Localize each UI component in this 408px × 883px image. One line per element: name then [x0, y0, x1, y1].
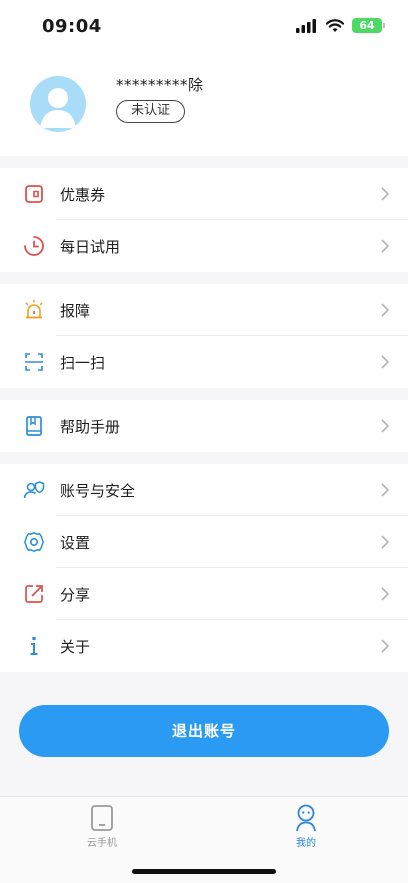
avatar[interactable]	[30, 76, 86, 132]
signal-icon	[296, 18, 316, 33]
wifi-icon	[326, 18, 344, 32]
status-icons: 64	[296, 18, 385, 33]
menu-group-3: 帮助手册	[0, 400, 408, 452]
menu-item-label: 扫一扫	[60, 353, 106, 372]
home-indicator	[132, 869, 276, 874]
share-icon	[25, 585, 43, 603]
menu-item-share[interactable]: 分享	[0, 568, 408, 620]
user-shield-icon	[23, 481, 45, 499]
default-avatar-icon	[40, 88, 76, 128]
clock-icon	[24, 236, 44, 256]
menu-item-daily-trial[interactable]: 每日试用	[0, 220, 408, 272]
chevron-right-icon	[381, 483, 390, 497]
menu-item-scan[interactable]: 扫一扫	[0, 336, 408, 388]
menu-item-about[interactable]: 关于	[0, 620, 408, 672]
book-icon	[26, 416, 42, 436]
menu-item-coupon[interactable]: 优惠券	[0, 168, 408, 220]
menu-group-4: 账号与安全 设置 分享 关于	[0, 464, 408, 672]
menu-item-label: 优惠券	[60, 185, 106, 204]
menu-item-label: 帮助手册	[60, 417, 121, 436]
menu-item-label: 设置	[60, 533, 91, 552]
alarm-icon	[25, 300, 43, 319]
gear-icon	[24, 532, 44, 552]
menu-item-help-manual[interactable]: 帮助手册	[0, 400, 408, 452]
menu-group-1: 优惠券 每日试用	[0, 168, 408, 272]
scan-icon	[25, 353, 43, 371]
tab-label: 我的	[296, 838, 316, 849]
chevron-right-icon	[381, 535, 390, 549]
chevron-right-icon	[381, 187, 390, 201]
menu-group-2: 报障 扫一扫	[0, 284, 408, 388]
chevron-right-icon	[381, 639, 390, 653]
phone-icon	[91, 805, 113, 831]
tab-label: 云手机	[87, 838, 117, 849]
verify-status-badge[interactable]: 未认证	[116, 100, 186, 123]
user-icon	[296, 804, 316, 832]
chevron-right-icon	[381, 303, 390, 317]
menu-item-label: 账号与安全	[60, 481, 136, 500]
chevron-right-icon	[381, 419, 390, 433]
status-time: 09:04	[42, 16, 102, 37]
chevron-right-icon	[381, 355, 390, 369]
status-bar: 09:04 64	[0, 0, 408, 56]
coupon-icon	[25, 185, 43, 203]
chevron-right-icon	[381, 587, 390, 601]
menu-item-label: 分享	[60, 585, 91, 604]
username: *********除	[116, 76, 204, 94]
menu-item-label: 关于	[60, 637, 91, 656]
chevron-right-icon	[381, 239, 390, 253]
menu-item-label: 报障	[60, 301, 91, 320]
menu-item-report-fault[interactable]: 报障	[0, 284, 408, 336]
battery-icon: 64	[352, 18, 385, 33]
tab-mine[interactable]: 我的	[256, 803, 356, 853]
profile-header[interactable]: *********除 未认证	[0, 56, 408, 156]
logout-button[interactable]: 退出账号	[19, 705, 389, 757]
menu-item-label: 每日试用	[60, 237, 121, 256]
info-icon	[30, 636, 38, 655]
battery-level: 64	[359, 19, 375, 32]
menu-item-settings[interactable]: 设置	[0, 516, 408, 568]
tab-cloud-phone[interactable]: 云手机	[52, 803, 152, 853]
menu-item-account-security[interactable]: 账号与安全	[0, 464, 408, 516]
